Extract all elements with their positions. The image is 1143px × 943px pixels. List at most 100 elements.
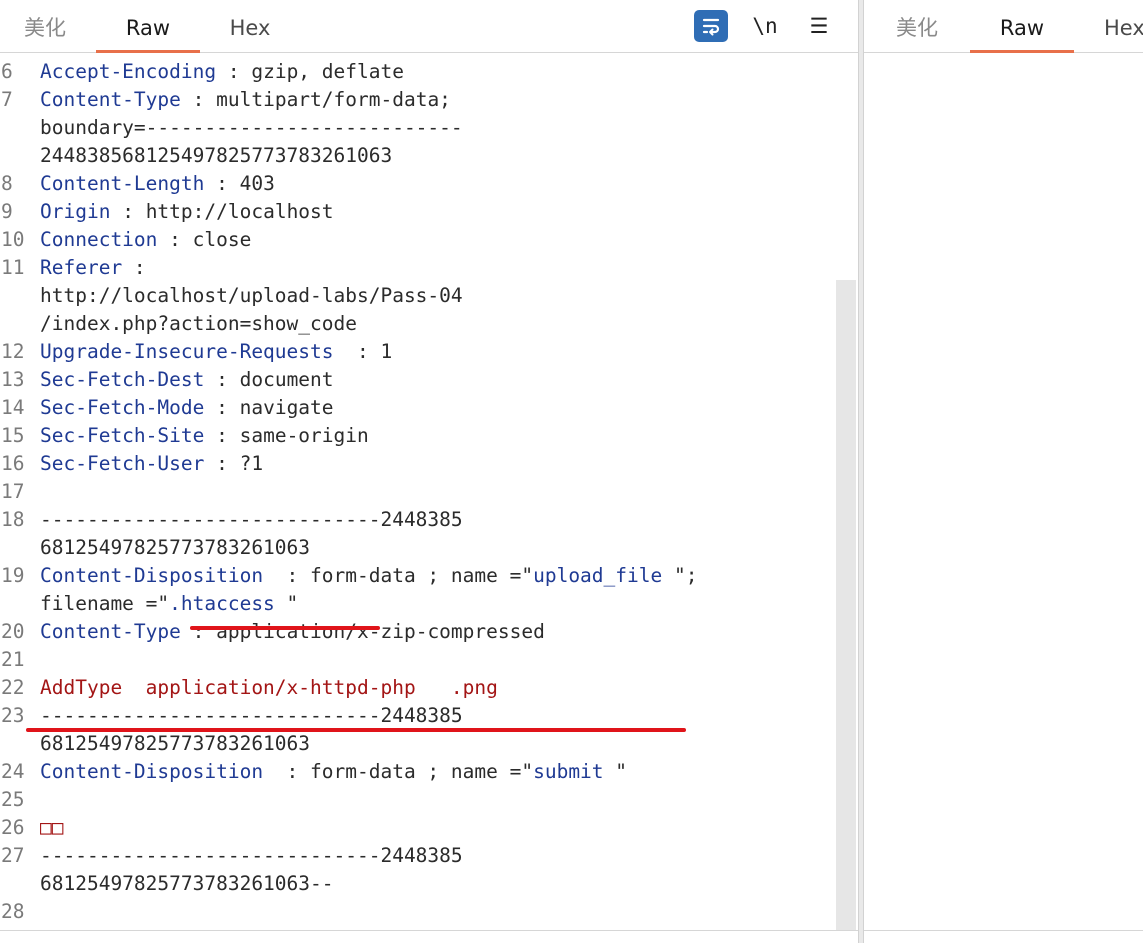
header-separator: :	[204, 424, 240, 447]
line-text: boundary=---------------------------	[40, 116, 463, 139]
header-value: navigate	[239, 396, 334, 419]
editor-line: 15 Sec-Fetch-Site : same-origin	[0, 422, 836, 450]
raw-request-editor[interactable]: 6 Accept-Encoding : gzip, deflate 7 Content…	[0, 58, 836, 930]
line-number: 17	[1, 480, 25, 503]
header-name: Sec-Fetch-User	[40, 452, 205, 475]
wrap-lines-icon	[702, 18, 720, 36]
line-number: 25	[1, 788, 25, 811]
header-separator: :	[204, 172, 240, 195]
divider	[864, 930, 1143, 931]
tab-raw[interactable]: Raw	[970, 0, 1074, 53]
header-value: multipart/form-data;	[216, 88, 451, 111]
line-number: 15	[1, 424, 25, 447]
annotation-underline-boundary	[26, 728, 686, 732]
line-number	[0, 310, 40, 338]
editor-line: 14 Sec-Fetch-Mode : navigate	[0, 394, 836, 422]
editor-line: 6 Accept-Encoding : gzip, deflate	[0, 58, 836, 86]
header-separator: :	[180, 620, 217, 643]
header-value: □□	[40, 816, 64, 839]
header-value: ?1	[239, 452, 264, 475]
header-separator: :	[180, 88, 217, 111]
header-value: 403	[239, 172, 275, 195]
editor-line: 23 -----------------------------2448385	[0, 702, 836, 730]
editor-line: 13 Sec-Fetch-Dest : document	[0, 366, 836, 394]
header-value: AddType application/x-httpd-php .png	[40, 676, 498, 699]
line-number: 21	[1, 648, 25, 671]
header-separator: :	[204, 452, 240, 475]
line-number: 9	[1, 200, 13, 223]
editor-line: /index.php?action=show_code	[0, 310, 836, 338]
line-number: 11	[1, 256, 25, 279]
line-text: Sec-Fetch-Site : same-origin	[40, 422, 836, 450]
line-text: □□	[40, 814, 836, 842]
header-value: close	[192, 228, 252, 251]
line-text: Sec-Fetch-Mode : navigate	[40, 394, 836, 422]
show-newlines-button[interactable]: \n	[748, 10, 782, 42]
header-value: 1	[380, 340, 393, 363]
tab-hex[interactable]: Hex	[200, 0, 300, 52]
editor-line: 26 □□	[0, 814, 836, 842]
line-number	[0, 534, 40, 562]
left-tab-bar: 美化 Raw Hex \n ☰	[0, 0, 858, 53]
line-text: Upgrade-Insecure-Requests : 1	[40, 338, 836, 366]
line-text: Content-Disposition : form-data ; name =…	[40, 562, 836, 590]
header-value: "	[603, 760, 628, 783]
editor-line: 18 -----------------------------2448385	[0, 506, 836, 534]
tab-pretty[interactable]: 美化	[864, 0, 970, 52]
tab-raw[interactable]: Raw	[96, 0, 200, 53]
line-text: Sec-Fetch-Dest : document	[40, 366, 836, 394]
line-text: -----------------------------2448385	[40, 508, 463, 531]
header-name: Sec-Fetch-Site	[40, 424, 205, 447]
header-name: Content-Type	[40, 88, 181, 111]
line-number	[0, 142, 40, 170]
line-text: Referer :	[40, 254, 836, 282]
line-text: /index.php?action=show_code	[40, 312, 357, 335]
editor-line: 8 Content-Length : 403	[0, 170, 836, 198]
line-number: 23	[1, 704, 25, 727]
line-number: 24	[1, 760, 25, 783]
editor-line: 28	[0, 898, 836, 926]
line-text: AddType application/x-httpd-php .png	[40, 674, 836, 702]
line-text	[40, 478, 836, 506]
annotation-underline-htaccess	[190, 626, 380, 630]
line-number: 6	[1, 60, 13, 83]
line-text: 68125497825773783261063	[40, 732, 311, 755]
line-number: 10	[1, 228, 25, 251]
divider	[0, 930, 858, 931]
line-number: 19	[1, 564, 25, 587]
header-value: form-data ; name ="	[310, 760, 534, 783]
header-value: ";	[662, 564, 698, 587]
header-name: Sec-Fetch-Mode	[40, 396, 205, 419]
header-name: Sec-Fetch-Dest	[40, 368, 205, 391]
editor-line: filename =".htaccess "	[0, 590, 836, 618]
editor-line: 11 Referer :	[0, 254, 836, 282]
header-value: document	[239, 368, 334, 391]
line-number: 16	[1, 452, 25, 475]
header-value: "	[274, 592, 299, 615]
line-text: Content-Type : multipart/form-data;	[40, 86, 836, 114]
header-value: application/x-zip-compressed	[216, 620, 545, 643]
line-text: Sec-Fetch-User : ?1	[40, 450, 836, 478]
wrap-lines-button[interactable]	[694, 10, 728, 42]
editor-line: 25	[0, 786, 836, 814]
line-number	[0, 282, 40, 310]
editor-line: 10 Connection : close	[0, 226, 836, 254]
editor-line: 68125497825773783261063	[0, 534, 836, 562]
tab-hex[interactable]: Hex	[1086, 0, 1143, 52]
line-text	[40, 786, 836, 814]
header-separator: :	[216, 60, 252, 83]
line-number: 20	[1, 620, 25, 643]
param-value: .htaccess	[169, 592, 275, 615]
line-text: Content-Disposition : form-data ; name =…	[40, 758, 836, 786]
header-separator: :	[157, 228, 193, 251]
line-number	[0, 730, 40, 758]
menu-icon[interactable]: ☰	[802, 10, 836, 42]
header-name: Connection	[40, 228, 158, 251]
editor-scrollbar[interactable]	[836, 280, 856, 930]
header-separator: :	[204, 396, 240, 419]
line-text	[40, 646, 836, 674]
editor-line: 27 -----------------------------2448385	[0, 842, 836, 870]
line-number: 14	[1, 396, 25, 419]
tab-pretty[interactable]: 美化	[0, 0, 90, 52]
header-separator: :	[333, 340, 381, 363]
